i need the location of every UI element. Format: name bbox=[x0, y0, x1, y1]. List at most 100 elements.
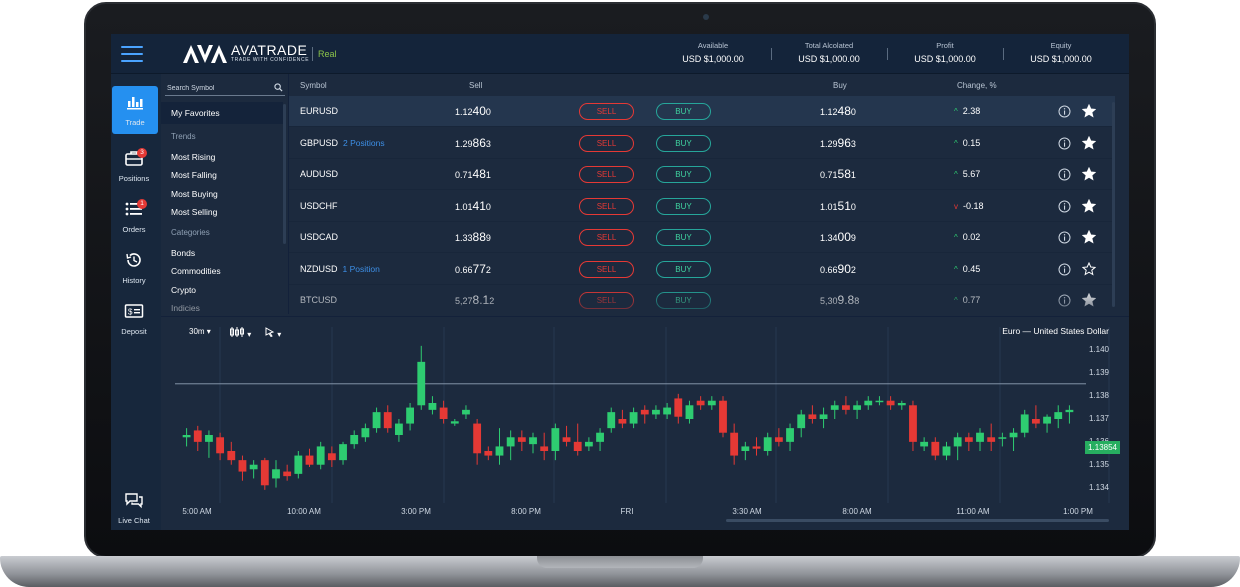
info-icon[interactable] bbox=[1058, 105, 1071, 118]
candle bbox=[383, 405, 392, 433]
price-part: 1.01 bbox=[820, 201, 838, 212]
search-icon[interactable] bbox=[274, 83, 283, 92]
buy-button[interactable]: BUY bbox=[656, 197, 711, 215]
sell-button[interactable]: SELL bbox=[579, 134, 634, 152]
sell-button[interactable]: SELL bbox=[579, 166, 634, 183]
star-outline-icon[interactable] bbox=[1082, 261, 1096, 276]
star-filled-icon[interactable] bbox=[1082, 135, 1096, 150]
info-icon[interactable] bbox=[1058, 231, 1071, 244]
timeframe-select[interactable]: 30m ▾ bbox=[189, 327, 211, 336]
star-filled-icon[interactable] bbox=[1082, 167, 1096, 181]
candlestick-plot[interactable] bbox=[161, 317, 1129, 530]
candle bbox=[629, 407, 638, 429]
trend-most-falling[interactable]: Most Falling bbox=[171, 170, 217, 180]
candle bbox=[752, 437, 761, 456]
symbol-cell: AUDUSD bbox=[300, 159, 343, 190]
buy-button[interactable]: BUY bbox=[656, 229, 711, 246]
buy-button[interactable]: BUY bbox=[656, 134, 711, 152]
star-filled-icon[interactable] bbox=[1082, 198, 1096, 213]
trend-most-buying[interactable]: Most Buying bbox=[171, 189, 218, 199]
candle bbox=[652, 405, 660, 419]
cursor-tool-select[interactable]: ▾ bbox=[265, 327, 281, 339]
candle bbox=[864, 396, 873, 410]
x-tick-label: 11:00 AM bbox=[956, 507, 990, 516]
ava-logo-icon bbox=[183, 44, 227, 63]
candle bbox=[439, 400, 448, 424]
category-commodities[interactable]: Commodities bbox=[171, 266, 221, 276]
price-fraction: 8 bbox=[854, 296, 860, 306]
search-input[interactable] bbox=[167, 82, 267, 94]
nav-trade[interactable]: Trade bbox=[112, 86, 158, 134]
candle bbox=[395, 419, 403, 442]
star-filled-icon[interactable] bbox=[1082, 293, 1096, 307]
candle bbox=[618, 409, 627, 429]
table-row[interactable]: BTCUSD 5,278.12 SELL BUY 5,309.88 ^ 0.77 bbox=[289, 285, 1115, 314]
candle bbox=[953, 432, 962, 461]
buy-button[interactable]: BUY bbox=[656, 166, 711, 183]
price-pips: 9.8 bbox=[837, 293, 855, 307]
deposit-icon: $ bbox=[124, 304, 144, 318]
camera-icon bbox=[703, 14, 709, 20]
sell-button[interactable]: SELL bbox=[579, 292, 634, 309]
info-icon[interactable] bbox=[1058, 168, 1071, 181]
nav-live-chat[interactable]: Live Chat bbox=[111, 484, 157, 530]
star-filled-icon[interactable] bbox=[1082, 104, 1096, 118]
nav-positions[interactable]: 3 Positions bbox=[111, 142, 157, 190]
candle bbox=[707, 396, 716, 410]
chart-type-select[interactable]: ▾ bbox=[229, 327, 251, 339]
history-icon bbox=[126, 253, 141, 267]
candle bbox=[830, 400, 839, 419]
table-row[interactable]: GBPUSD 2 Positions 1.29863 SELL BUY 1.29963 ^ 0… bbox=[289, 128, 1115, 159]
x-tick-label: FRI bbox=[620, 507, 634, 516]
cursor-icon bbox=[265, 327, 275, 338]
info-icon[interactable] bbox=[1058, 200, 1071, 213]
candle bbox=[283, 464, 292, 481]
buy-button[interactable]: BUY bbox=[656, 260, 711, 278]
positions-link[interactable]: 2 Positions bbox=[343, 138, 385, 148]
info-icon[interactable] bbox=[1058, 263, 1071, 276]
table-row[interactable]: AUDUSD 0.71481 SELL BUY 0.71581 ^ 5.67 bbox=[289, 159, 1115, 190]
change-cell: v -0.18 bbox=[954, 191, 984, 222]
trend-most-rising[interactable]: Most Rising bbox=[171, 152, 215, 162]
header-buy: Buy bbox=[833, 81, 847, 90]
category-crypto[interactable]: Crypto bbox=[171, 285, 196, 295]
info-icon[interactable] bbox=[1058, 137, 1071, 150]
symbols-sidebar: My Favorites Trends Most Rising Most Fal… bbox=[161, 74, 289, 314]
nav-orders[interactable]: 1 Orders bbox=[111, 193, 157, 241]
star-filled-icon[interactable] bbox=[1082, 230, 1096, 244]
table-scrollbar[interactable] bbox=[1112, 102, 1115, 307]
candle bbox=[272, 460, 280, 488]
price-part: 1.34 bbox=[820, 233, 838, 243]
category-indicies[interactable]: Indicies bbox=[171, 303, 200, 313]
trend-most-selling[interactable]: Most Selling bbox=[171, 207, 217, 217]
sell-button[interactable]: SELL bbox=[579, 229, 634, 246]
x-tick-label: 3:00 PM bbox=[401, 507, 431, 516]
sell-button[interactable]: SELL bbox=[579, 197, 634, 215]
symbol-cell: EURUSD bbox=[300, 96, 343, 127]
table-row[interactable]: EURUSD 1.12400 SELL BUY 1.12480 ^ 2.38 bbox=[289, 96, 1115, 127]
chart-scrollbar[interactable] bbox=[726, 519, 1109, 522]
buy-button[interactable]: BUY bbox=[656, 292, 711, 309]
table-row[interactable]: NZDUSD 1 Position 0.66772 SELL BUY 0.66902 ^ 0.… bbox=[289, 254, 1115, 285]
table-row[interactable]: USDCHF 1.01410 SELL BUY 1.01510 v -0.18 bbox=[289, 191, 1115, 222]
buy-button[interactable]: BUY bbox=[656, 103, 711, 120]
category-bonds[interactable]: Bonds bbox=[171, 248, 195, 258]
menu-icon[interactable] bbox=[121, 46, 143, 62]
sell-button[interactable]: SELL bbox=[579, 103, 634, 120]
candle bbox=[1031, 405, 1040, 429]
candle bbox=[875, 396, 884, 406]
candle bbox=[573, 423, 582, 456]
nav-deposit[interactable]: $ Deposit bbox=[111, 295, 157, 343]
sell-button[interactable]: SELL bbox=[579, 260, 634, 278]
nav-label: Positions bbox=[118, 174, 150, 183]
stat-value: USD $1,000.00 bbox=[798, 54, 860, 64]
my-favorites[interactable]: My Favorites bbox=[161, 102, 283, 124]
symbol-name: USDCAD bbox=[300, 232, 339, 242]
sidebar-scrollbar[interactable] bbox=[283, 104, 286, 244]
table-row[interactable]: USDCAD 1.33889 SELL BUY 1.34009 ^ 0.02 bbox=[289, 222, 1115, 253]
info-icon[interactable] bbox=[1058, 294, 1071, 307]
nav-history[interactable]: History bbox=[111, 244, 157, 292]
account-mode: Real bbox=[312, 47, 337, 61]
positions-link[interactable]: 1 Position bbox=[343, 264, 380, 274]
candle bbox=[853, 400, 861, 419]
